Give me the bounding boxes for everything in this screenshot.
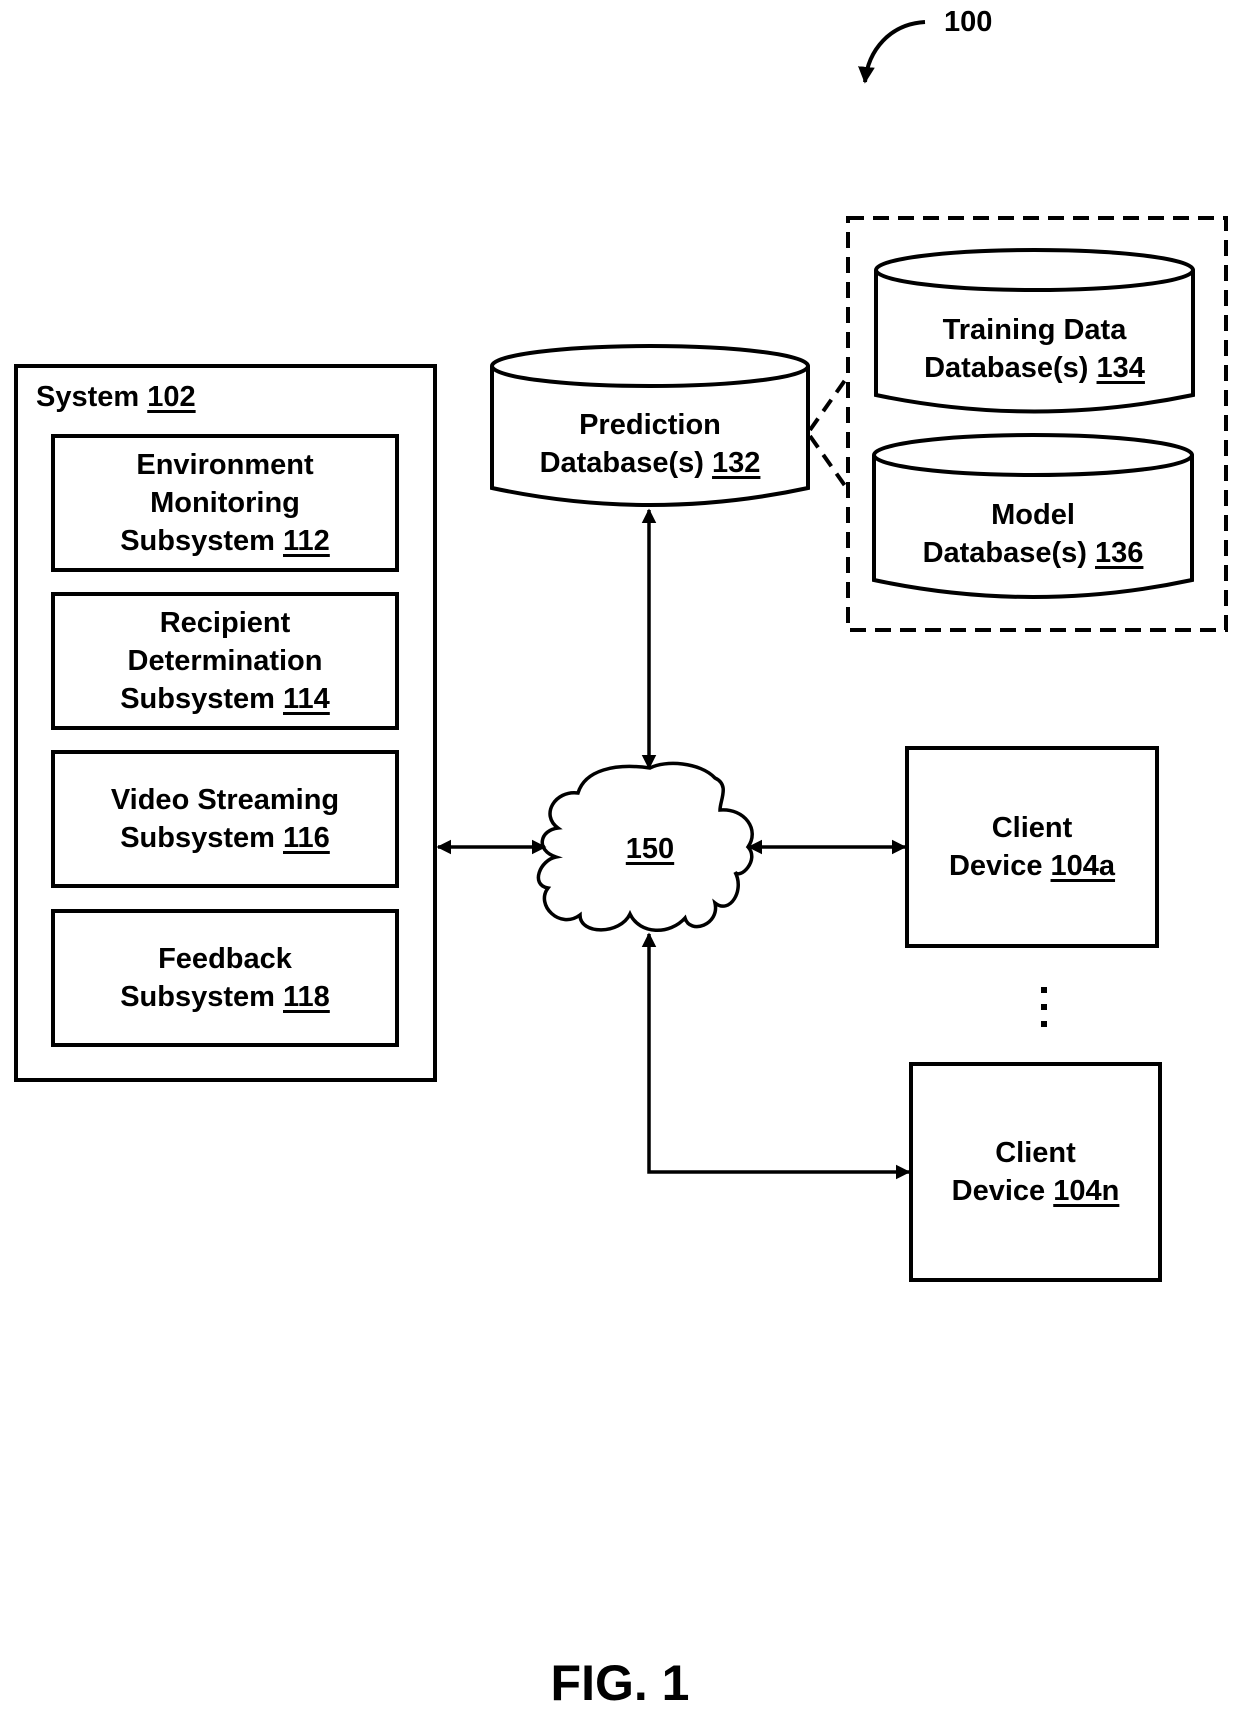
figure-caption: FIG. 1 bbox=[550, 1655, 690, 1711]
dashed-connector-training bbox=[808, 374, 850, 432]
more-clients-ellipsis bbox=[1041, 987, 1047, 1027]
network-ref-150: 150 bbox=[625, 833, 675, 865]
client-device-104n: Client Device 104n bbox=[909, 1062, 1162, 1282]
subsystem-ref-114: 114 bbox=[283, 683, 330, 715]
client-device-104a: Client Device 104a bbox=[905, 746, 1159, 948]
database-ref-136: 136 bbox=[1095, 537, 1144, 569]
feedback-subsystem: Feedback Subsystem 118 bbox=[51, 909, 399, 1047]
dashed-connector-model bbox=[808, 434, 850, 492]
client-ref-104a: 104a bbox=[1050, 850, 1116, 882]
model-database-label: Model Database(s) 136 bbox=[922, 499, 1144, 569]
database-ref-134: 134 bbox=[1096, 352, 1145, 384]
arrow-network-client-104n bbox=[641, 932, 911, 1180]
subsystem-ref-118: 118 bbox=[283, 981, 330, 1013]
reference-arrow-100 bbox=[858, 20, 926, 84]
recipient-determination-subsystem: Recipient Determination Subsystem 114 bbox=[51, 592, 399, 730]
training-data-database-label: Training Data Database(s) 134 bbox=[924, 314, 1145, 384]
client-ref-104n: 104n bbox=[1053, 1175, 1120, 1207]
database-ref-132: 132 bbox=[712, 447, 761, 479]
environment-monitoring-subsystem: Environment Monitoring Subsystem 112 bbox=[51, 434, 399, 572]
figure-reference-numeral: 100 bbox=[944, 6, 993, 38]
system-title: System 102 bbox=[36, 381, 196, 413]
system-ref: 102 bbox=[147, 381, 196, 413]
video-streaming-subsystem: Video Streaming Subsystem 116 bbox=[51, 750, 399, 888]
network-label: 150 bbox=[600, 830, 700, 868]
subsystem-ref-116: 116 bbox=[283, 822, 330, 854]
prediction-database-label: Prediction Database(s) 132 bbox=[539, 409, 761, 479]
subsystem-ref-112: 112 bbox=[283, 525, 330, 557]
